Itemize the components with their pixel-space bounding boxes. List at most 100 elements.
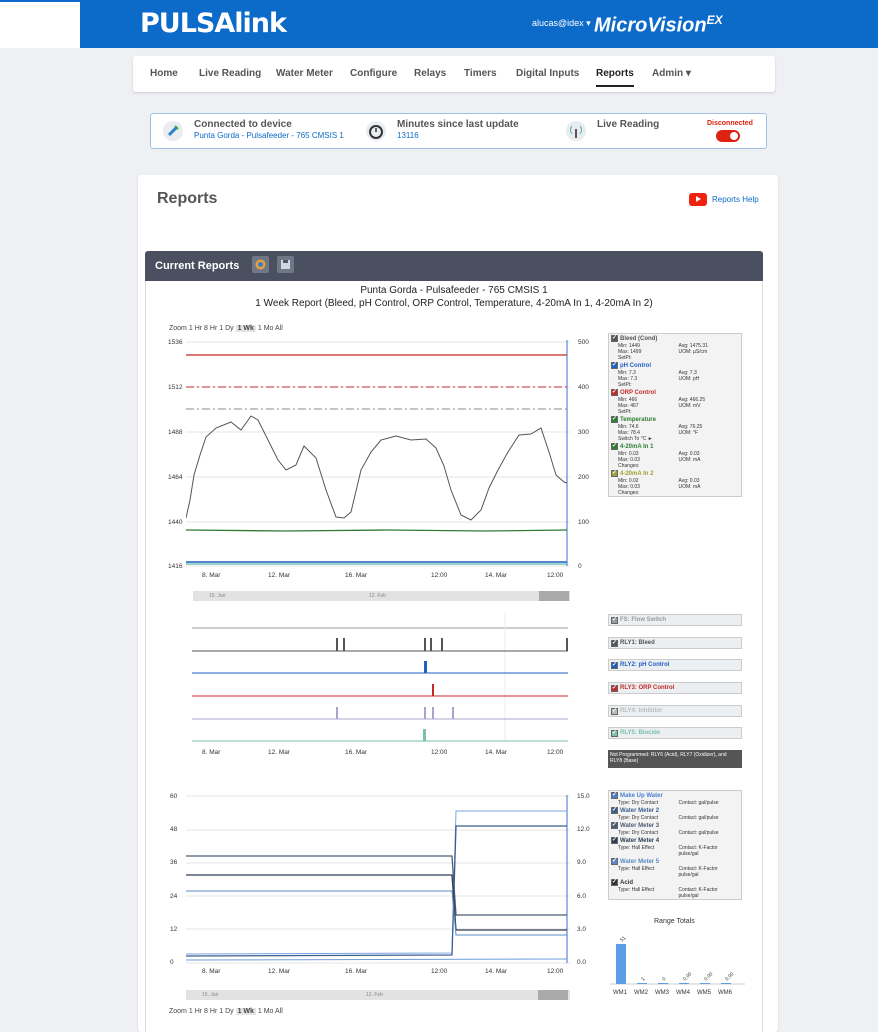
zoom-8hr[interactable]: 8 Hr xyxy=(204,1008,217,1015)
zoom-all[interactable]: All xyxy=(275,1008,283,1015)
legend-entry[interactable]: ✓ Water Meter 5 Type: Hall Effect Contact: … xyxy=(609,857,741,878)
toggle-knob xyxy=(730,132,738,140)
user-menu[interactable]: alucas@idex ▾ xyxy=(532,18,591,29)
checkbox-icon[interactable]: ✓ xyxy=(611,707,618,715)
checkbox-icon[interactable]: ✓ xyxy=(611,807,618,814)
zoom-8hr[interactable]: 8 Hr xyxy=(204,325,217,332)
legend-entry[interactable]: ✓ pH Control Min: 7.3 Avg: 7.3 Max: 7.3 UOM… xyxy=(609,361,741,388)
zoom-all[interactable]: All xyxy=(275,325,283,332)
legend-stat: UOM: pH xyxy=(678,376,700,382)
nav-reports[interactable]: Reports xyxy=(596,68,634,87)
checkbox-icon[interactable]: ✓ xyxy=(611,616,618,624)
timer-icon xyxy=(366,121,386,141)
nav-relays[interactable]: Relays xyxy=(414,68,446,79)
reports-help-link[interactable]: Reports Help xyxy=(712,195,759,204)
legend-entry[interactable]: ✓ Temperature Min: 74.6 Avg: 76.25 Max: 78… xyxy=(609,415,741,442)
navigator-handle[interactable] xyxy=(539,591,569,601)
legend-entry[interactable]: ✓ Make Up Water Type: Dry Contact Contact: … xyxy=(609,791,741,806)
checkbox-icon[interactable]: ✓ xyxy=(611,661,618,669)
checkbox-icon[interactable]: ✓ xyxy=(611,389,618,396)
page-title: Reports xyxy=(157,190,218,207)
main-chart[interactable] xyxy=(186,340,570,600)
legend-name: Water Meter 4 xyxy=(620,837,660,844)
legend-entry[interactable]: ✓ 4-20mA In 1 Min: 0.03 Avg: 0.03 Max: 0.0… xyxy=(609,442,741,469)
legend-extra[interactable]: Switch To °C ► xyxy=(618,436,679,442)
nav-digital-inputs[interactable]: Digital Inputs xyxy=(516,68,579,79)
relay-pulse xyxy=(432,684,434,696)
zoom-1hr[interactable]: 1 Hr xyxy=(189,325,202,332)
legend-entry[interactable]: ✓ Water Meter 2 Type: Dry Contact Contact: … xyxy=(609,806,741,821)
relay-toggle-inhibitor[interactable]: ✓ RLY4: Inhibitor xyxy=(608,705,742,717)
checkbox-icon[interactable]: ✓ xyxy=(611,443,618,450)
floppy-disk-icon xyxy=(281,260,290,269)
nav-timers[interactable]: Timers xyxy=(464,68,497,79)
navigator-handle[interactable] xyxy=(538,990,568,1000)
checkbox-icon[interactable]: ✓ xyxy=(611,837,618,844)
live-reading-toggle[interactable] xyxy=(716,130,740,142)
x-tick: 12. Mar xyxy=(268,968,291,975)
disconnected-label: Disconnected xyxy=(707,120,753,127)
y-right-tick: 500 xyxy=(578,339,589,346)
chart-title-line2: 1 Week Report (Bleed, pH Control, ORP Co… xyxy=(255,298,653,309)
antenna-icon xyxy=(566,121,586,141)
checkbox-icon[interactable]: ✓ xyxy=(611,416,618,423)
zoom-1dy[interactable]: 1 Dy xyxy=(219,325,233,332)
checkbox-icon[interactable]: ✓ xyxy=(611,858,618,865)
range-navigator-bottom[interactable]: 15. Jan 12. Feb xyxy=(186,990,570,1000)
water-meter-chart[interactable] xyxy=(186,795,570,973)
legend-entry[interactable]: ✓ 4-20mA In 2 Min: 0.02 Avg: 0.03 Max: 0.0… xyxy=(609,469,741,496)
zoom-1wk[interactable]: 1 Wk xyxy=(235,1008,256,1015)
save-button[interactable] xyxy=(277,256,294,273)
checkbox-icon[interactable]: ✓ xyxy=(611,362,618,369)
pulsalink-logo[interactable]: PULSAlink xyxy=(140,8,287,39)
nav-water-meter[interactable]: Water Meter xyxy=(276,68,333,79)
legend-name: Water Meter 5 xyxy=(620,858,660,865)
settings-button[interactable] xyxy=(252,256,269,273)
relay-pulse xyxy=(336,707,338,719)
y-left-tick: 1416 xyxy=(168,563,183,570)
meter-contact: Contact: gal/pulse xyxy=(678,815,719,821)
range-total-label: 1 xyxy=(640,976,646,982)
checkbox-icon[interactable]: ✓ xyxy=(611,335,618,342)
checkbox-icon[interactable]: ✓ xyxy=(611,470,618,477)
temperature-series-line xyxy=(186,529,568,532)
range-navigator-top[interactable]: 15. Jan 12. Feb xyxy=(193,591,570,601)
youtube-icon[interactable] xyxy=(689,193,707,206)
checkbox-icon[interactable]: ✓ xyxy=(611,822,618,829)
zoom-1dy[interactable]: 1 Dy xyxy=(219,1008,233,1015)
nav-admin[interactable]: Admin ▾ xyxy=(652,68,691,79)
y-left-tick: 36 xyxy=(170,859,178,866)
checkbox-icon[interactable]: ✓ xyxy=(611,729,618,737)
zoom-1hr[interactable]: 1 Hr xyxy=(189,1008,202,1015)
relay-toggle-bleed[interactable]: ✓ RLY1: Bleed xyxy=(608,637,742,649)
checkbox-icon[interactable]: ✓ xyxy=(611,879,618,886)
legend-entry[interactable]: ✓ ORP Control Min: 466 Avg: 466.25 Max: 46… xyxy=(609,388,741,415)
legend-extra: Changes: xyxy=(618,463,640,469)
nav-home[interactable]: Home xyxy=(150,68,178,79)
legend-name: ORP Control xyxy=(620,389,656,396)
relay-toggle-orp[interactable]: ✓ RLY3: ORP Control xyxy=(608,682,742,694)
checkbox-icon[interactable]: ✓ xyxy=(611,639,618,647)
legend-stat: UOM: mV xyxy=(678,403,701,409)
relay-toggle-fs[interactable]: ✓ FS: Flow Switch xyxy=(608,614,742,626)
legend-entry[interactable]: ✓ Water Meter 3 Type: Dry Contact Contact: … xyxy=(609,821,741,836)
nav-live-reading[interactable]: Live Reading xyxy=(199,68,261,79)
relay-chart[interactable] xyxy=(192,612,570,744)
range-total-category: WM2 xyxy=(634,990,649,996)
relay-toggle-biocide[interactable]: ✓ RLY5: Biocide xyxy=(608,727,742,739)
zoom-1mo[interactable]: 1 Mo xyxy=(258,325,274,332)
legend-stat: UOM: °F xyxy=(678,430,699,436)
relay-toggle-ph[interactable]: ✓ RLY2: pH Control xyxy=(608,659,742,671)
nav-configure[interactable]: Configure xyxy=(350,68,397,79)
product-name: MicroVision xyxy=(594,14,707,37)
legend-entry[interactable]: ✓ Acid Type: Hall Effect Contact: K-Factor … xyxy=(609,878,741,899)
legend-extra: SetPt: xyxy=(618,409,632,415)
checkbox-icon[interactable]: ✓ xyxy=(611,792,618,799)
range-total-category: WM1 xyxy=(613,990,628,996)
checkbox-icon[interactable]: ✓ xyxy=(611,684,618,692)
connected-device[interactable]: Punta Gorda - Pulsafeeder - 765 CMSIS 1 xyxy=(194,131,344,140)
zoom-1mo[interactable]: 1 Mo xyxy=(258,1008,274,1015)
legend-entry[interactable]: ✓ Bleed (Cond) Min: 1449 Avg: 1475.31 Max:… xyxy=(609,334,741,361)
legend-entry[interactable]: ✓ Water Meter 4 Type: Hall Effect Contact: … xyxy=(609,836,741,857)
zoom-1wk[interactable]: 1 Wk xyxy=(235,325,256,332)
